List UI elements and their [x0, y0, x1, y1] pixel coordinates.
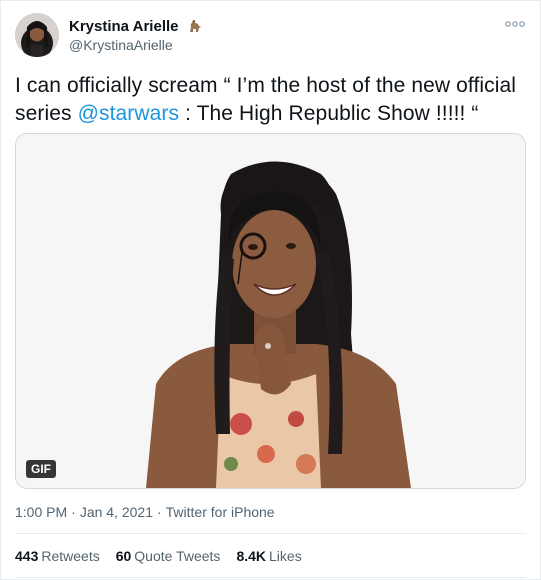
- gif-badge: GIF: [26, 460, 56, 478]
- dinosaur-emoji-icon: [187, 18, 203, 34]
- tweet-time[interactable]: 1:00 PM: [15, 504, 67, 520]
- avatar[interactable]: [15, 13, 59, 57]
- meta-separator: ·: [71, 504, 76, 520]
- more-options-icon[interactable]: [504, 17, 526, 31]
- avatar-image: [15, 13, 59, 57]
- tweet-card: Krystina Arielle @KrystinaArielle I can …: [0, 0, 541, 580]
- tweet-meta: 1:00 PM · Jan 4, 2021 · Twitter for iPhone: [15, 503, 275, 521]
- tweet-header: Krystina Arielle @KrystinaArielle: [15, 13, 526, 59]
- gif-image: [16, 134, 525, 488]
- quote-tweets-count: 60: [115, 548, 132, 564]
- tweet-text-end: : The High Republic Show !!!!! “: [179, 102, 479, 125]
- display-name[interactable]: Krystina Arielle: [69, 17, 179, 36]
- mention-link[interactable]: @starwars: [78, 102, 180, 125]
- quote-tweets-label: Quote Tweets: [134, 548, 221, 564]
- divider: [15, 533, 526, 534]
- divider: [15, 577, 526, 578]
- gif-media[interactable]: GIF: [15, 133, 526, 489]
- retweets-stat[interactable]: 443 Retweets: [15, 547, 100, 565]
- tweet-text: I can officially scream “ I’m the host o…: [15, 72, 526, 128]
- likes-label: Likes: [269, 548, 302, 564]
- likes-count: 8.4K: [236, 548, 267, 564]
- tweet-source[interactable]: Twitter for iPhone: [166, 504, 275, 520]
- tweet-stats: 443 Retweets 60 Quote Tweets 8.4K Likes: [15, 547, 318, 565]
- meta-separator: ·: [156, 504, 162, 520]
- likes-stat[interactable]: 8.4K Likes: [236, 547, 301, 565]
- name-block: Krystina Arielle @KrystinaArielle: [69, 17, 203, 54]
- retweets-count: 443: [15, 548, 39, 564]
- quote-tweets-stat[interactable]: 60 Quote Tweets: [116, 547, 221, 565]
- user-handle[interactable]: @KrystinaArielle: [69, 36, 203, 54]
- retweets-label: Retweets: [41, 548, 100, 564]
- tweet-date[interactable]: Jan 4, 2021: [80, 504, 153, 520]
